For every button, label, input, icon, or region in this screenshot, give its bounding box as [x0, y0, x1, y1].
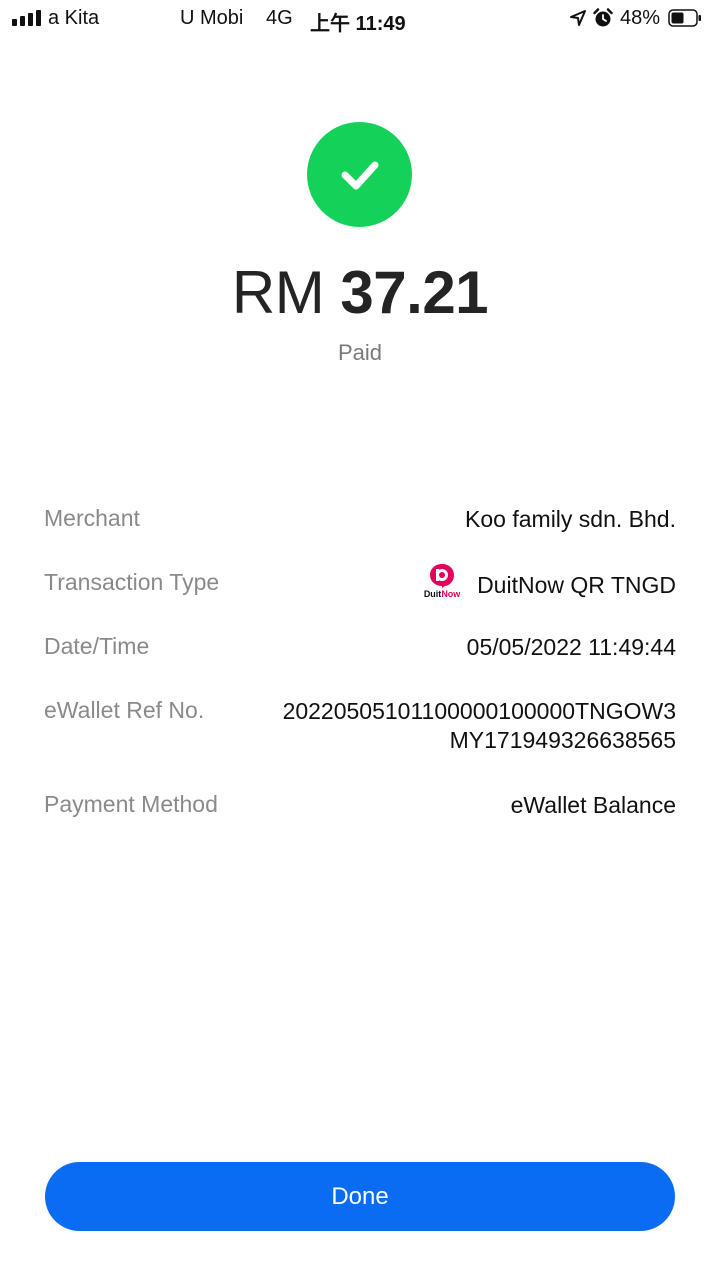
detail-label: Transaction Type: [44, 569, 220, 595]
battery-percent: 48%: [620, 7, 661, 29]
transaction-type-text: DuitNow QR TNGD: [477, 571, 676, 598]
detail-row-datetime: Date/Time 05/05/2022 11:49:44: [44, 633, 676, 697]
detail-label: Merchant: [44, 505, 140, 531]
done-button[interactable]: Done: [45, 1162, 675, 1231]
success-badge: [307, 122, 412, 227]
detail-row-payment-method: Payment Method eWallet Balance: [44, 791, 676, 831]
check-icon: [341, 161, 378, 189]
status-label: Paid: [337, 340, 383, 365]
duitnow-logo-icon: DuitNow: [421, 563, 463, 601]
currency-label: RM: [231, 259, 325, 326]
duitnow-mark-icon: [430, 564, 455, 588]
detail-row-merchant: Merchant Koo family sdn. Bhd.: [44, 505, 676, 569]
detail-label: eWallet Ref No.: [44, 697, 205, 723]
detail-label: Payment Method: [44, 791, 218, 817]
alarm-icon: [593, 8, 613, 27]
ref-no-line-1: 20220505101100000100000TNGOW3: [282, 698, 676, 724]
ref-no-line-2: MY171949326638565: [449, 727, 676, 753]
signal-icon: [12, 10, 41, 26]
detail-row-transaction-type: Transaction Type DuitNow DuitNow QR TNGD: [44, 564, 676, 633]
status-time: 上午 11:49: [310, 13, 406, 35]
amount-value: 37.21: [340, 259, 489, 326]
battery-icon: [668, 9, 701, 27]
carrier-name-secondary: U Mobi: [180, 7, 244, 29]
merchant-value: Koo family sdn. Bhd.: [465, 506, 676, 532]
network-type: 4G: [266, 7, 293, 29]
location-icon: [570, 10, 586, 26]
detail-row-ref-no: eWallet Ref No. 20220505101100000100000T…: [44, 697, 676, 791]
duitnow-logo-text: DuitNow: [423, 589, 461, 599]
payment-method-value: eWallet Balance: [510, 792, 676, 818]
payment-amount: RM 37.21: [0, 258, 720, 327]
transaction-type-value: DuitNow DuitNow QR TNGD: [421, 564, 676, 601]
status-bar: a Kita U Mobi 4G 上午 11:49 48%: [0, 0, 720, 38]
detail-label: Date/Time: [44, 633, 150, 659]
transaction-details: Merchant Koo family sdn. Bhd. Transactio…: [44, 505, 676, 831]
carrier-name: a Kita: [48, 7, 100, 29]
ref-no-value: 20220505101100000100000TNGOW3 MY17194932…: [283, 697, 676, 755]
datetime-value: 05/05/2022 11:49:44: [466, 634, 676, 660]
